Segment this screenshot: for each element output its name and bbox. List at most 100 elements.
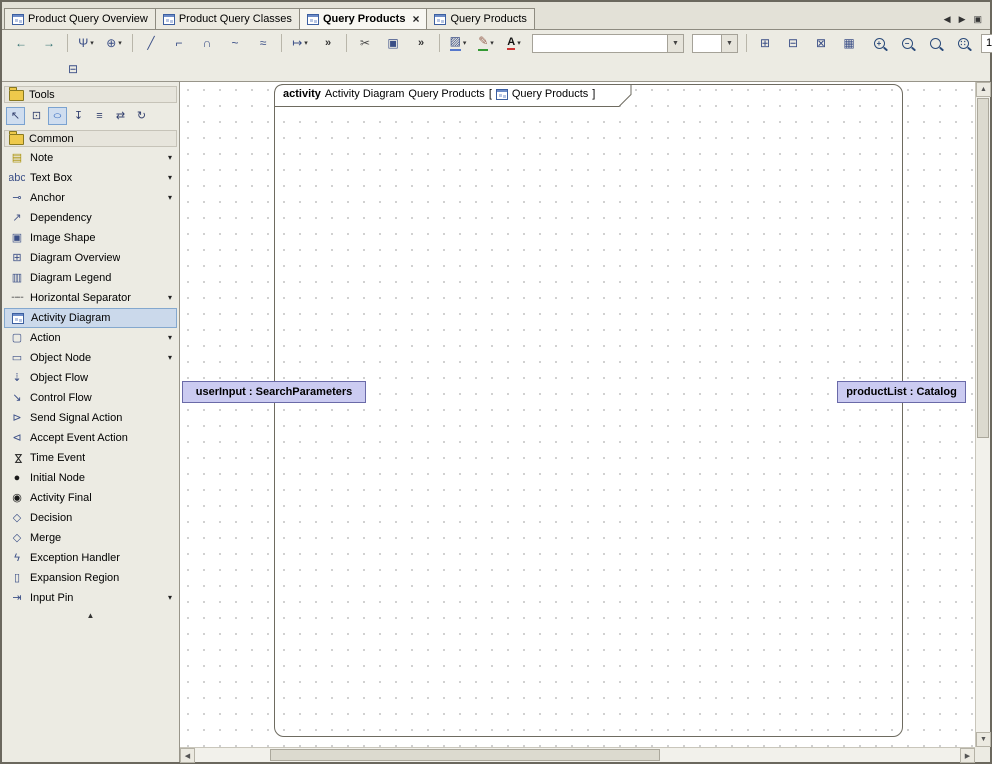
toolbar-overflow-button[interactable]: » [408,32,434,54]
chevron-down-icon[interactable]: ▾ [168,334,172,342]
table-add-column-button[interactable]: ⊠ [808,32,834,54]
scroll-down-button[interactable]: ▼ [976,732,991,747]
palette-item-note[interactable]: ▤Note▾ [4,148,177,168]
scroll-right-button[interactable]: ▶ [960,748,975,763]
pin-tool-button[interactable]: ↧ [69,107,88,125]
zoom-in-button[interactable]: + [866,32,892,54]
palette-section-tools[interactable]: Tools [4,86,177,103]
forward-button[interactable]: → [36,32,62,54]
palette-item-merge[interactable]: ◇Merge [4,528,177,548]
rounded-path-button[interactable]: ∩ [194,32,220,54]
font-size-combo[interactable]: ▼ [692,34,738,53]
palette-item-time-event[interactable]: ⋈Time Event [4,448,177,468]
zoom-combo[interactable]: 100%▼ [981,34,992,53]
tree-layout-button[interactable]: Ψ▾ [73,32,99,54]
arrow-up-icon: ▲ [980,86,987,93]
scroll-left-button[interactable]: ◀ [180,748,195,763]
table-add-button[interactable]: ⊞ [752,32,778,54]
align-tool-button[interactable]: ≡ [90,107,109,125]
resize-tool-button[interactable]: ⇄ [111,107,130,125]
tab-0-product-query-overview[interactable]: Product Query Overview [4,8,156,29]
group-select-tool-button[interactable]: ⊡ [27,107,46,125]
cut-button[interactable]: ✂ [352,32,378,54]
combo-arrow-icon[interactable]: ▼ [667,35,683,52]
palette-section-label: Tools [29,89,55,101]
tab-2-query-products[interactable]: Query Products× [299,8,428,29]
shape-style-combo[interactable]: ▼ [532,34,684,53]
paste-button[interactable]: ▣ [380,32,406,54]
scroll-tabs-right-button[interactable]: ▶ [959,15,966,24]
palette-item-icon-holder: ⊳ [9,413,25,424]
cascade-windows-button[interactable]: ▦ [836,32,862,54]
palette-item-diagram-legend[interactable]: ▥Diagram Legend [4,268,177,288]
palette-item-object-flow[interactable]: ⇣Object Flow [4,368,177,388]
scroll-tabs-left-button[interactable]: ◀ [944,15,951,24]
scroll-up-button[interactable]: ▲ [976,82,991,97]
palette-item-exception-handler[interactable]: ϟException Handler [4,548,177,568]
oblique-path-button[interactable]: ╱ [138,32,164,54]
palette-item-horizontal-separator[interactable]: ╌╌Horizontal Separator▾ [4,288,177,308]
palette-item-activity-final[interactable]: ◉Activity Final [4,488,177,508]
maximize-window-button[interactable]: ▣ [973,15,982,24]
palette-item-activity-diagram[interactable]: Activity Diagram [4,308,177,328]
related-elements-button[interactable]: ⊕▾ [101,32,127,54]
chevron-down-icon[interactable]: ▾ [168,294,172,302]
table-add-row-button[interactable]: ⊟ [780,32,806,54]
refactor-tool-button[interactable]: ↻ [132,107,151,125]
back-button[interactable]: ← [8,32,34,54]
chevron-down-icon[interactable]: ▾ [168,194,172,202]
chevron-down-icon[interactable]: ▾ [168,354,172,362]
rectilinear-path-button[interactable]: ⌐ [166,32,192,54]
palette-item-control-flow[interactable]: ↘Control Flow [4,388,177,408]
chevron-down-icon[interactable]: ▾ [168,174,172,182]
object-node-productlist[interactable]: productList : Catalog [837,381,966,403]
bezier-path-button[interactable]: ~ [222,32,248,54]
object-node-userinput[interactable]: userInput : SearchParameters [182,381,366,403]
line-color-button[interactable]: ✎▾ [473,32,499,54]
font-color-button[interactable]: A▾ [501,32,527,54]
chevron-down-icon[interactable]: ▾ [168,154,172,162]
palette-item-anchor[interactable]: ⊸Anchor▾ [4,188,177,208]
zigzag-path-button[interactable]: ≈ [250,32,276,54]
oval-shape-tool-button[interactable]: ○ [48,107,67,125]
palette-item-initial-node[interactable]: ●Initial Node [4,468,177,488]
palette-item-expansion-region[interactable]: ▯Expansion Region [4,568,177,588]
zoom-fit-button[interactable] [922,32,948,54]
tree-browser-button[interactable]: ⊟ [60,58,86,80]
palette-item-decision[interactable]: ◇Decision [4,508,177,528]
palette-item-dependency[interactable]: ↗Dependency [4,208,177,228]
palette-section-common[interactable]: Common [4,130,177,147]
vertical-scrollbar[interactable]: ▲ ▼ [975,82,990,747]
palette-item-object-node[interactable]: ▭Object Node▾ [4,348,177,368]
activity-diagram-frame[interactable]: activity Activity Diagram Query Products… [274,84,903,737]
chevron-down-icon: ▾ [490,40,494,47]
toolbar-separator [346,34,347,52]
cut-icon: ✂ [360,37,370,49]
palette-item-action[interactable]: ▢Action▾ [4,328,177,348]
palette-scroll-up-button[interactable]: ▲ [2,608,179,623]
vertical-scrollbar-thumb[interactable] [977,98,989,438]
select-tool-button[interactable]: ↖ [6,107,25,125]
path-options-button[interactable]: ↦▾ [287,32,313,54]
horizontal-scrollbar-thumb[interactable] [270,749,660,761]
combo-arrow-icon[interactable]: ▼ [721,35,737,52]
scrollbar-corner [975,747,990,762]
horizontal-scrollbar[interactable]: ◀ ▶ [180,747,975,762]
tab-3-query-products[interactable]: Query Products [426,8,534,29]
chevron-down-icon[interactable]: ▾ [168,594,172,602]
diagram-frame-header[interactable]: activity Activity Diagram Query Products… [274,84,632,107]
palette-item-accept-event-action[interactable]: ⊲Accept Event Action [4,428,177,448]
zoom-out-button[interactable]: − [894,32,920,54]
palette-item-image-shape[interactable]: ▣Image Shape [4,228,177,248]
fill-color-button[interactable]: ▨▾ [445,32,471,54]
diagram-viewport[interactable]: activity Activity Diagram Query Products… [180,82,975,747]
palette-item-input-pin[interactable]: ⇥Input Pin▾ [4,588,177,608]
close-icon[interactable]: × [412,13,419,25]
tab-1-product-query-classes[interactable]: Product Query Classes [155,8,300,29]
zoom-region-button[interactable]: ∷ [950,32,976,54]
palette-item-label: Input Pin [30,592,73,604]
toolbar-overflow-button[interactable]: » [315,32,341,54]
palette-item-diagram-overview[interactable]: ⊞Diagram Overview [4,248,177,268]
palette-item-text-box[interactable]: abcText Box▾ [4,168,177,188]
palette-item-send-signal-action[interactable]: ⊳Send Signal Action [4,408,177,428]
